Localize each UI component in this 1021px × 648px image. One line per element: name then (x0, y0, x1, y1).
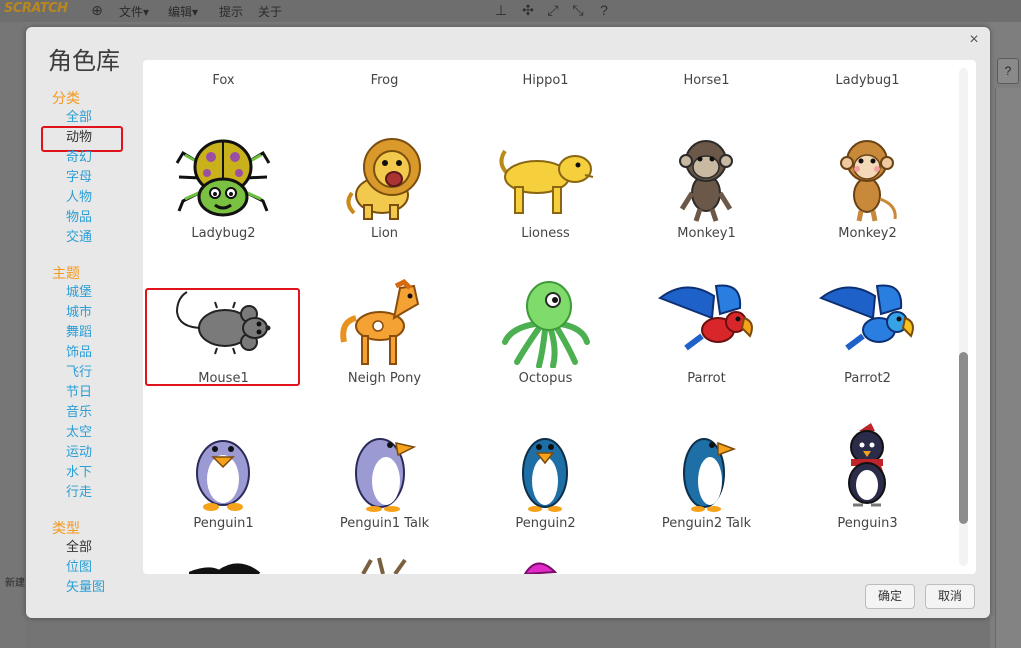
dialog-title: 角色库 (48, 47, 120, 75)
theme-castle[interactable]: 城堡 (66, 285, 92, 301)
sprite-label-penguin2-talk: Penguin2 Talk (661, 516, 752, 531)
theme-music[interactable]: 音乐 (66, 405, 92, 421)
sprite-tile-penguin1-talk[interactable]: Penguin1 Talk (304, 409, 465, 554)
sprite-grid: Fox Frog Hippo1 Horse1 Ladybug1 Ladybug2… (143, 60, 976, 574)
sprite-label-monkey1: Monkey1 (677, 226, 736, 241)
sprite-label-penguin1: Penguin1 (193, 516, 254, 531)
category-fantasy[interactable]: 奇幻 (66, 150, 92, 166)
lion-icon (346, 138, 421, 220)
menu-file[interactable]: 文件▾ (119, 3, 149, 20)
penguin-icon (683, 438, 737, 512)
background-left-panel (0, 22, 26, 648)
sprite-label-frog[interactable]: Frog (304, 73, 465, 88)
ladybug-icon (175, 139, 271, 217)
penguin-icon (355, 438, 417, 512)
type-vector[interactable]: 矢量图 (66, 580, 105, 596)
sprite-label-penguin2: Penguin2 (515, 516, 576, 531)
globe-icon[interactable]: ⊕ (89, 2, 105, 18)
theme-dance[interactable]: 舞蹈 (66, 325, 92, 341)
partial-sprite-icon (189, 563, 261, 574)
theme-holiday[interactable]: 节日 (66, 385, 92, 401)
sprite-label-hippo1[interactable]: Hippo1 (465, 73, 626, 88)
sprite-tile-parrot[interactable]: Parrot (626, 264, 787, 409)
grow-icon[interactable]: ⤢ (545, 2, 561, 18)
parrot-icon (818, 284, 914, 351)
sprite-tile-ladybug2[interactable]: Ladybug2 (143, 119, 304, 264)
sprite-label-horse1[interactable]: Horse1 (626, 73, 787, 88)
category-transportation[interactable]: 交通 (66, 230, 92, 246)
background-help-button[interactable]: ? (997, 58, 1019, 84)
close-button[interactable]: × (966, 32, 982, 48)
theme-sports[interactable]: 运动 (66, 445, 92, 461)
sprite-tile-neigh-pony[interactable]: Neigh Pony (304, 264, 465, 409)
octopus-icon (502, 281, 590, 368)
sprite-label-parrot2: Parrot2 (844, 371, 891, 386)
scroll-thumb[interactable] (959, 352, 968, 524)
partial-sprite-icon (523, 562, 558, 574)
highlight-box-mouse1 (145, 288, 300, 386)
penguin-icon (848, 423, 886, 507)
category-things[interactable]: 物品 (66, 210, 92, 226)
stamp-icon[interactable]: ⊥ (493, 2, 509, 18)
sprite-label-lion: Lion (370, 226, 399, 241)
highlight-box-animals (41, 126, 123, 152)
help-icon[interactable]: ? (596, 2, 612, 18)
sprite-label-fox[interactable]: Fox (143, 73, 304, 88)
sprite-tile-penguin3[interactable]: Penguin3 (787, 409, 948, 554)
sprite-tile-lioness[interactable]: Lioness (465, 119, 626, 264)
sprite-library-dialog: 角色库 × 分类 全部 动物 奇幻 字母 人物 物品 交通 主题 城堡 城市 舞… (26, 27, 990, 618)
sprite-tile-penguin2-talk[interactable]: Penguin2 Talk (626, 409, 787, 554)
partial-sprite-icon (361, 557, 407, 574)
parrot-icon (657, 284, 753, 351)
theme-underwater[interactable]: 水下 (66, 465, 92, 481)
theme-space[interactable]: 太空 (66, 425, 92, 441)
menu-bar: SCRATCH ⊕ 文件▾ 编辑▾ 提示 关于 ⊥ ✣ ⤢ ⤡ ? (0, 0, 1021, 22)
theme-city[interactable]: 城市 (66, 305, 92, 321)
category-people[interactable]: 人物 (66, 190, 92, 206)
new-sprite-label: 新建 (5, 578, 25, 589)
sprite-label-monkey2: Monkey2 (838, 226, 897, 241)
sprite-label-lioness: Lioness (521, 226, 570, 241)
sprite-tile-monkey1[interactable]: Monkey1 (626, 119, 787, 264)
type-group-title: 类型 (52, 521, 80, 537)
type-bitmap[interactable]: 位图 (66, 560, 92, 576)
sprite-tile-octopus[interactable]: Octopus (465, 264, 626, 409)
monkey-icon (679, 140, 733, 222)
sprite-tile-penguin1[interactable]: Penguin1 (143, 409, 304, 554)
category-all[interactable]: 全部 (66, 110, 92, 126)
menu-tips[interactable]: 提示 (219, 3, 243, 20)
monkey-icon (840, 140, 897, 222)
theme-flying[interactable]: 飞行 (66, 365, 92, 381)
sprite-tile-parrot2[interactable]: Parrot2 (787, 264, 948, 409)
sprite-tile-penguin2[interactable]: Penguin2 (465, 409, 626, 554)
type-all[interactable]: 全部 (66, 540, 92, 556)
penguin-icon (522, 438, 568, 512)
category-group-title: 分类 (52, 91, 80, 107)
scratch-logo: SCRATCH (4, 1, 68, 16)
menu-about[interactable]: 关于 (258, 3, 282, 20)
sprite-label-parrot: Parrot (687, 371, 726, 386)
sprite-label-octopus: Octopus (518, 371, 573, 386)
lioness-icon (499, 149, 594, 214)
background-bottom-strip (26, 618, 990, 648)
cut-icon[interactable]: ✣ (520, 2, 536, 18)
sprite-label-penguin3: Penguin3 (837, 516, 898, 531)
theme-group-title: 主题 (52, 266, 80, 282)
sprite-label-neigh-pony: Neigh Pony (347, 371, 422, 386)
theme-dress-up[interactable]: 饰品 (66, 345, 92, 361)
sprite-label-penguin1-talk: Penguin1 Talk (339, 516, 430, 531)
theme-walking[interactable]: 行走 (66, 485, 92, 501)
category-letters[interactable]: 字母 (66, 170, 92, 186)
sprite-label-ladybug2: Ladybug2 (191, 226, 256, 241)
background-tips-panel (995, 88, 1021, 648)
cancel-button[interactable]: 取消 (925, 584, 975, 609)
ok-button[interactable]: 确定 (865, 584, 915, 609)
pony-icon (340, 278, 420, 365)
menu-edit[interactable]: 编辑▾ (168, 3, 198, 20)
penguin-icon (196, 440, 250, 511)
sprite-label-ladybug1[interactable]: Ladybug1 (787, 73, 948, 88)
sprite-tile-lion[interactable]: Lion (304, 119, 465, 264)
shrink-icon[interactable]: ⤡ (570, 2, 586, 18)
sprite-tile-monkey2[interactable]: Monkey2 (787, 119, 948, 264)
